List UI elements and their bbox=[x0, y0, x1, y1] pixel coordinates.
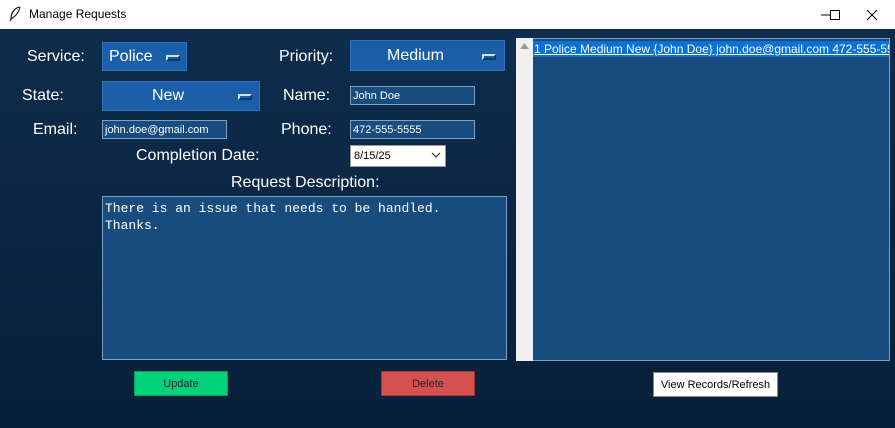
option-indicator-icon bbox=[166, 55, 180, 61]
maximize-icon bbox=[830, 10, 840, 20]
state-value: New bbox=[152, 87, 185, 104]
close-button[interactable] bbox=[849, 0, 895, 29]
close-icon bbox=[866, 9, 878, 21]
option-indicator-icon bbox=[482, 54, 496, 60]
title-bar[interactable]: Manage Requests bbox=[0, 0, 895, 29]
name-label: Name: bbox=[283, 87, 331, 104]
feather-icon bbox=[8, 6, 22, 22]
service-dropdown[interactable]: Police bbox=[102, 42, 187, 71]
update-button[interactable]: Update bbox=[134, 371, 228, 396]
priority-value: Medium bbox=[387, 47, 444, 64]
window-title: Manage Requests bbox=[29, 7, 127, 21]
request-description-label: Request Description: bbox=[231, 174, 380, 191]
delete-button[interactable]: Delete bbox=[381, 371, 475, 396]
priority-dropdown[interactable]: Medium bbox=[350, 40, 505, 71]
request-description-textarea[interactable]: There is an issue that needs to be handl… bbox=[102, 196, 507, 360]
phone-field[interactable]: 472-555-5555 bbox=[350, 120, 475, 139]
completion-date-label: Completion Date: bbox=[136, 147, 260, 164]
email-label: Email: bbox=[33, 121, 78, 138]
scroll-up-arrow-icon[interactable] bbox=[520, 43, 529, 49]
phone-label: Phone: bbox=[281, 121, 332, 138]
records-listbox[interactable]: 1 Police Medium New {John Doe} john.doe@… bbox=[533, 38, 890, 361]
completion-date-picker[interactable]: 8/15/25 bbox=[350, 145, 446, 167]
completion-date-value: 8/15/25 bbox=[354, 150, 391, 162]
state-label: State: bbox=[22, 87, 64, 104]
service-label: Service: bbox=[27, 48, 85, 65]
option-indicator-icon bbox=[238, 94, 252, 100]
service-value: Police bbox=[109, 48, 153, 65]
chevron-down-icon bbox=[431, 152, 441, 158]
view-records-refresh-button[interactable]: View Records/Refresh bbox=[653, 372, 778, 397]
priority-label: Priority: bbox=[279, 48, 334, 65]
list-item[interactable]: 1 Police Medium New {John Doe} john.doe@… bbox=[533, 41, 889, 57]
name-field[interactable]: John Doe bbox=[350, 86, 475, 105]
state-dropdown[interactable]: New bbox=[102, 81, 260, 111]
email-field[interactable]: john.doe@gmail.com bbox=[102, 120, 227, 139]
records-scrollbar[interactable] bbox=[516, 38, 533, 361]
